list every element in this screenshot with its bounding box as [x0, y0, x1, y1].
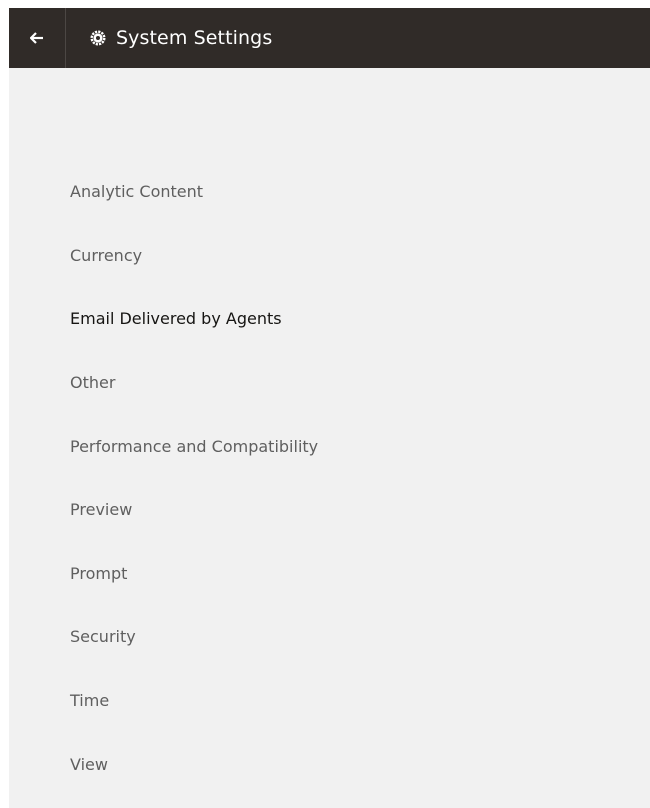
- nav-item-time[interactable]: Time: [70, 669, 630, 733]
- header-divider: [65, 8, 66, 68]
- nav-item-view[interactable]: View: [70, 732, 630, 796]
- back-button[interactable]: [9, 8, 65, 68]
- nav-item-performance-and-compatibility[interactable]: Performance and Compatibility: [70, 414, 630, 478]
- nav-item-analytic-content[interactable]: Analytic Content: [70, 160, 630, 224]
- nav-item-prompt[interactable]: Prompt: [70, 542, 630, 606]
- title-group: System Settings: [90, 27, 272, 49]
- back-arrow-icon: [30, 32, 43, 44]
- nav-item-preview[interactable]: Preview: [70, 478, 630, 542]
- settings-panel: System Settings Analytic Content Currenc…: [9, 8, 650, 808]
- nav-item-security[interactable]: Security: [70, 605, 630, 669]
- nav-item-email-delivered-by-agents[interactable]: Email Delivered by Agents: [70, 287, 630, 351]
- gear-icon: [90, 30, 106, 46]
- header-bar: System Settings: [9, 8, 650, 68]
- settings-nav: Analytic Content Currency Email Delivere…: [70, 160, 630, 796]
- nav-item-other[interactable]: Other: [70, 351, 630, 415]
- page-title: System Settings: [116, 27, 273, 49]
- nav-item-currency[interactable]: Currency: [70, 224, 630, 288]
